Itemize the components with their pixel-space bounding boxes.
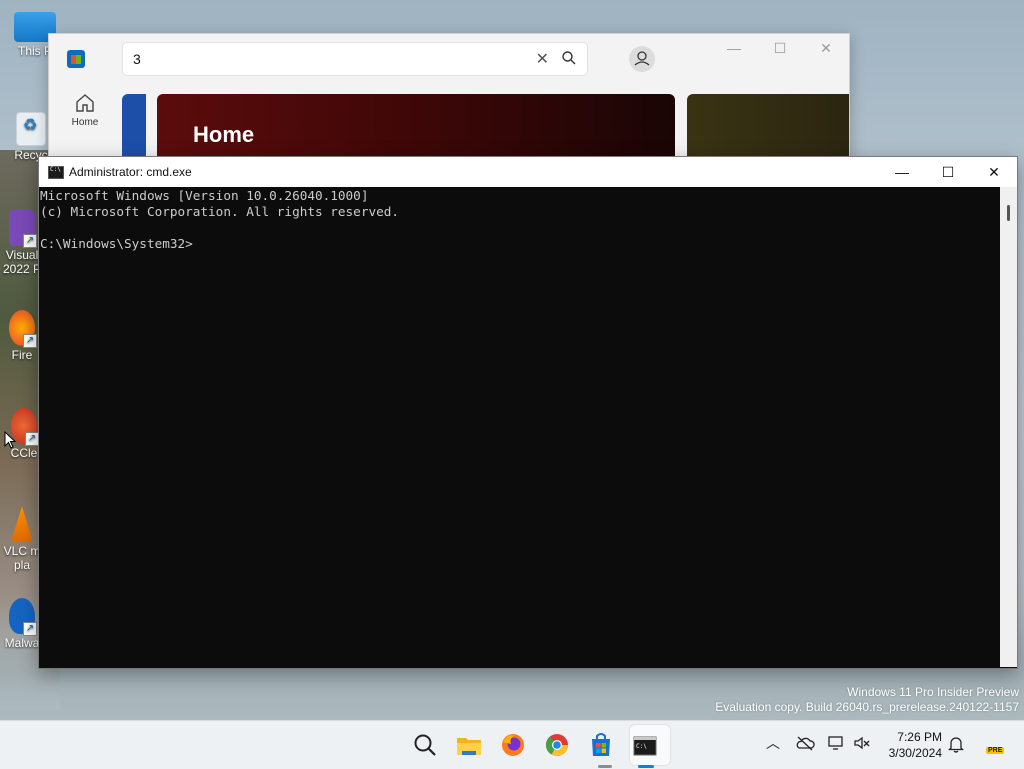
search-icon[interactable] [561, 50, 577, 66]
mouse-cursor-icon [4, 431, 16, 449]
cmd-titlebar[interactable]: Administrator: cmd.exe — ☐ ✕ [39, 157, 1017, 187]
cmd-app-icon [48, 166, 64, 179]
chevron-up-icon[interactable]: ︿ [766, 733, 780, 753]
file-explorer-icon[interactable] [454, 730, 484, 760]
home-icon [76, 94, 94, 112]
malwarebytes-icon: ↗ [9, 598, 37, 636]
console-prompt: C:\Windows\System32> [40, 236, 193, 251]
cmd-console[interactable]: Microsoft Windows [Version 10.0.26040.10… [39, 187, 1002, 668]
store-banner-left[interactable] [122, 94, 146, 164]
clock-date: 3/30/2024 [888, 746, 942, 760]
recycle-bin-icon: ♻ [16, 112, 46, 146]
store-search-box[interactable]: 3 ✕ [122, 42, 588, 76]
store-search-input[interactable]: 3 [133, 51, 141, 67]
shortcut-arrow-icon: ↗ [23, 622, 37, 636]
onedrive-offline-icon[interactable] [795, 735, 815, 751]
cmd-maximize-button[interactable]: ☐ [925, 157, 971, 187]
cmd-window[interactable]: Administrator: cmd.exe — ☐ ✕ Microsoft W… [38, 156, 1018, 669]
taskbar-clock[interactable]: 7:26 PM 3/30/2024 [880, 729, 942, 761]
store-nav-home-label: Home [71, 117, 99, 128]
taskbar: C:\ ︿ 7:26 PM 3/30/2024 PRE [0, 720, 1024, 769]
shortcut-arrow-icon: ↗ [23, 234, 37, 248]
store-icon[interactable] [586, 730, 616, 760]
cmd-scrollbar[interactable] [1000, 187, 1017, 667]
volume-muted-icon[interactable] [853, 735, 871, 751]
visual-studio-icon: ↗ [9, 210, 37, 248]
store-nav-home[interactable]: Home [63, 92, 107, 128]
store-logo-icon [67, 50, 85, 68]
console-line: Microsoft Windows [Version 10.0.26040.10… [40, 188, 369, 203]
watermark-line-2: Evaluation copy. Build 26040.rs_prerelea… [715, 700, 1019, 714]
store-window[interactable]: 3 ✕ — ☐ ✕ Home Home [48, 33, 850, 165]
console-line: (c) Microsoft Corporation. All rights re… [40, 204, 400, 219]
store-minimize-button[interactable]: — [719, 40, 749, 60]
cmd-minimize-button[interactable]: — [879, 157, 925, 187]
windows-watermark: Windows 11 Pro Insider Preview Evaluatio… [715, 685, 1019, 715]
chrome-icon[interactable] [542, 730, 572, 760]
search-icon[interactable] [410, 730, 440, 760]
store-banner-right[interactable] [687, 94, 849, 164]
clear-search-icon[interactable]: ✕ [536, 49, 549, 69]
network-icon[interactable] [827, 735, 845, 751]
notification-bell-icon[interactable] [948, 735, 964, 753]
firefox-icon: ↗ [9, 310, 37, 348]
firefox-icon[interactable] [498, 730, 528, 760]
watermark-line-1: Windows 11 Pro Insider Preview [847, 685, 1019, 699]
cmd-close-button[interactable]: ✕ [971, 157, 1017, 187]
shortcut-arrow-icon: ↗ [25, 432, 39, 446]
terminal-icon[interactable]: C:\ [630, 734, 660, 764]
store-close-button[interactable]: ✕ [811, 40, 841, 60]
store-page-title: Home [193, 122, 255, 147]
clock-time: 7:26 PM [897, 730, 942, 744]
cmd-window-title: Administrator: cmd.exe [69, 165, 192, 179]
vlc-icon [11, 506, 33, 542]
shortcut-arrow-icon: ↗ [23, 334, 37, 348]
store-maximize-button[interactable]: ☐ [765, 40, 795, 60]
scrollbar-thumb[interactable] [1007, 205, 1010, 221]
svg-text:C:\: C:\ [636, 743, 647, 750]
store-hero-banner[interactable]: Home [157, 94, 675, 164]
insider-pre-badge: PRE [986, 747, 1005, 754]
account-avatar-icon[interactable] [629, 46, 655, 72]
